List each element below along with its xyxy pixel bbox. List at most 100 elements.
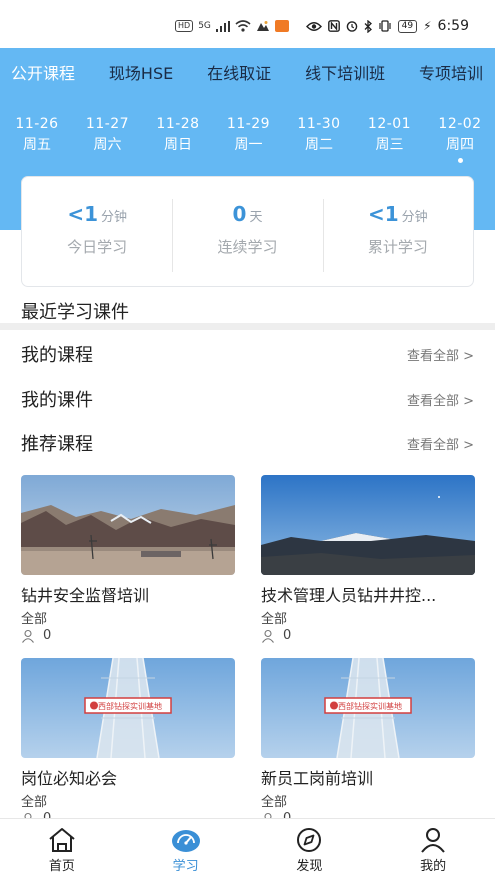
date-item[interactable]: 12-01 周三 (365, 116, 415, 163)
network-type: 5G (198, 21, 211, 31)
alarm-icon (346, 21, 357, 32)
eye-icon (305, 21, 322, 31)
course-title: 技术管理人员钻井井控... (261, 586, 437, 605)
hd-badge: HD (175, 20, 194, 32)
course-card[interactable]: 西部钻探实训基地 新员工岗前培训 全部 0 (261, 658, 475, 826)
section-title: 我的课件 (21, 390, 93, 411)
section-divider (0, 323, 495, 330)
tab-onsite-hse[interactable]: 现场HSE (109, 60, 173, 84)
stat-label: 今日学习 (67, 238, 128, 256)
drilling-tower-image: 西部钻探实训基地 (21, 658, 235, 758)
tab-offline-training[interactable]: 线下培训班 (305, 60, 385, 84)
stat-value: <1 (67, 202, 98, 226)
date-item[interactable]: 11-28 周日 (153, 116, 203, 163)
date-day: 11-26 (15, 116, 59, 132)
date-weekday: 周六 (93, 137, 122, 153)
tab-special-training[interactable]: 专项培训 (419, 60, 483, 84)
study-stats-card: <1 分钟 今日学习 0 天 连续学习 <1 分钟 累计学习 (21, 176, 474, 287)
stat-value-row: 0 天 (233, 202, 263, 226)
app-notification-icon (256, 21, 269, 31)
nav-label: 学习 (172, 859, 199, 874)
course-card[interactable]: 西部钻探实训基地 岗位必知必会 全部 0 (21, 658, 235, 826)
section-recommended: 推荐课程 查看全部 > (21, 430, 474, 456)
nav-home[interactable]: 首页 (22, 819, 102, 881)
nav-study[interactable]: 学习 (146, 819, 226, 881)
compass-icon (297, 828, 322, 852)
section-title: 推荐课程 (21, 434, 93, 455)
stat-label: 连续学习 (217, 238, 278, 256)
charging-icon: ⚡ (423, 19, 432, 33)
stat-value: 0 (232, 202, 247, 226)
user-icon (421, 828, 445, 853)
course-category: 全部 (21, 795, 48, 810)
app-badge-icon (274, 20, 289, 32)
person-icon (22, 629, 34, 643)
nfc-icon (327, 20, 340, 32)
vibrate-icon (379, 20, 391, 32)
date-day: 11-30 (297, 116, 341, 132)
nav-profile[interactable]: 我的 (393, 819, 473, 881)
bluetooth-icon (364, 19, 372, 33)
date-item-today[interactable]: 12-02 周四 (435, 116, 485, 163)
section-title: 我的课程 (21, 345, 93, 366)
status-bar: HD 5G 49 ⚡ 6:59 (0, 0, 495, 48)
section-my-courseware: 我的课件 查看全部 > (21, 386, 474, 412)
date-item[interactable]: 11-30 周二 (294, 116, 344, 163)
course-card[interactable]: 钻井安全监督培训 全部 0 (21, 475, 235, 643)
date-weekday: 周五 (23, 137, 51, 153)
course-category: 全部 (21, 612, 48, 627)
course-thumbnail[interactable] (21, 475, 235, 575)
person-icon (262, 629, 274, 643)
course-learner-count: 0 (261, 628, 475, 643)
date-weekday: 周四 (446, 137, 474, 153)
nav-label: 我的 (420, 859, 447, 874)
clock-time: 6:59 (437, 18, 469, 34)
learner-count: 0 (283, 628, 292, 643)
tower-sign-text: 西部钻探实训基地 (338, 701, 402, 711)
stat-unit: 天 (249, 210, 263, 225)
course-thumbnail[interactable]: 西部钻探实训基地 (21, 658, 235, 758)
date-item[interactable]: 11-26 周五 (12, 116, 62, 163)
drilling-tower-image: 西部钻探实训基地 (261, 658, 475, 758)
learner-count: 0 (43, 628, 52, 643)
date-day: 12-01 (367, 116, 412, 132)
stat-label: 累计学习 (367, 238, 428, 256)
stat-today: <1 分钟 今日学习 (22, 177, 172, 286)
home-icon (49, 828, 75, 852)
stat-value-row: <1 分钟 (67, 202, 127, 226)
bottom-navigation: 首页 学习 发现 我的 (0, 818, 495, 881)
signal-icon (215, 20, 230, 32)
stat-value: <1 (367, 202, 399, 226)
date-day: 11-27 (85, 116, 130, 132)
date-strip: 11-26 周五 11-27 周六 11-28 周日 11-29 周一 11-3… (0, 116, 495, 163)
date-day: 11-29 (226, 116, 271, 132)
section-my-courses: 我的课程 查看全部 > (21, 341, 474, 367)
battery-level: 49 (397, 19, 418, 33)
wifi-icon (235, 20, 251, 32)
speedometer-icon (171, 830, 200, 852)
stat-unit: 分钟 (401, 210, 428, 225)
tab-online-certification[interactable]: 在线取证 (207, 60, 271, 84)
view-all-link[interactable]: 查看全部 > (407, 390, 474, 409)
course-title: 新员工岗前培训 (261, 769, 374, 788)
date-weekday: 周二 (305, 137, 333, 153)
date-item[interactable]: 11-29 周一 (224, 116, 274, 163)
stat-total: <1 分钟 累计学习 (322, 177, 473, 286)
recent-courseware-title: 最近学习课件 (21, 302, 129, 323)
category-tabs: 公开课程 现场HSE 在线取证 线下培训班 专项培训 (0, 60, 495, 84)
tower-sign-text: 西部钻探实训基地 (98, 701, 162, 711)
tab-public-courses[interactable]: 公开课程 (11, 60, 75, 84)
course-thumbnail[interactable] (261, 475, 475, 575)
view-all-link[interactable]: 查看全部 > (407, 345, 474, 364)
course-thumbnail[interactable]: 西部钻探实训基地 (261, 658, 475, 758)
nav-discover[interactable]: 发现 (269, 819, 349, 881)
date-item[interactable]: 11-27 周六 (83, 116, 133, 163)
stat-unit: 分钟 (101, 210, 128, 225)
date-weekday: 周日 (164, 137, 192, 153)
view-all-link[interactable]: 查看全部 > (407, 434, 474, 453)
nav-label: 发现 (296, 859, 323, 874)
mountain-desert-image (21, 475, 235, 575)
today-indicator-dot (457, 158, 463, 163)
course-card[interactable]: 技术管理人员钻井井控... 全部 0 (261, 475, 475, 643)
status-left-icons: HD 5G (175, 20, 289, 32)
